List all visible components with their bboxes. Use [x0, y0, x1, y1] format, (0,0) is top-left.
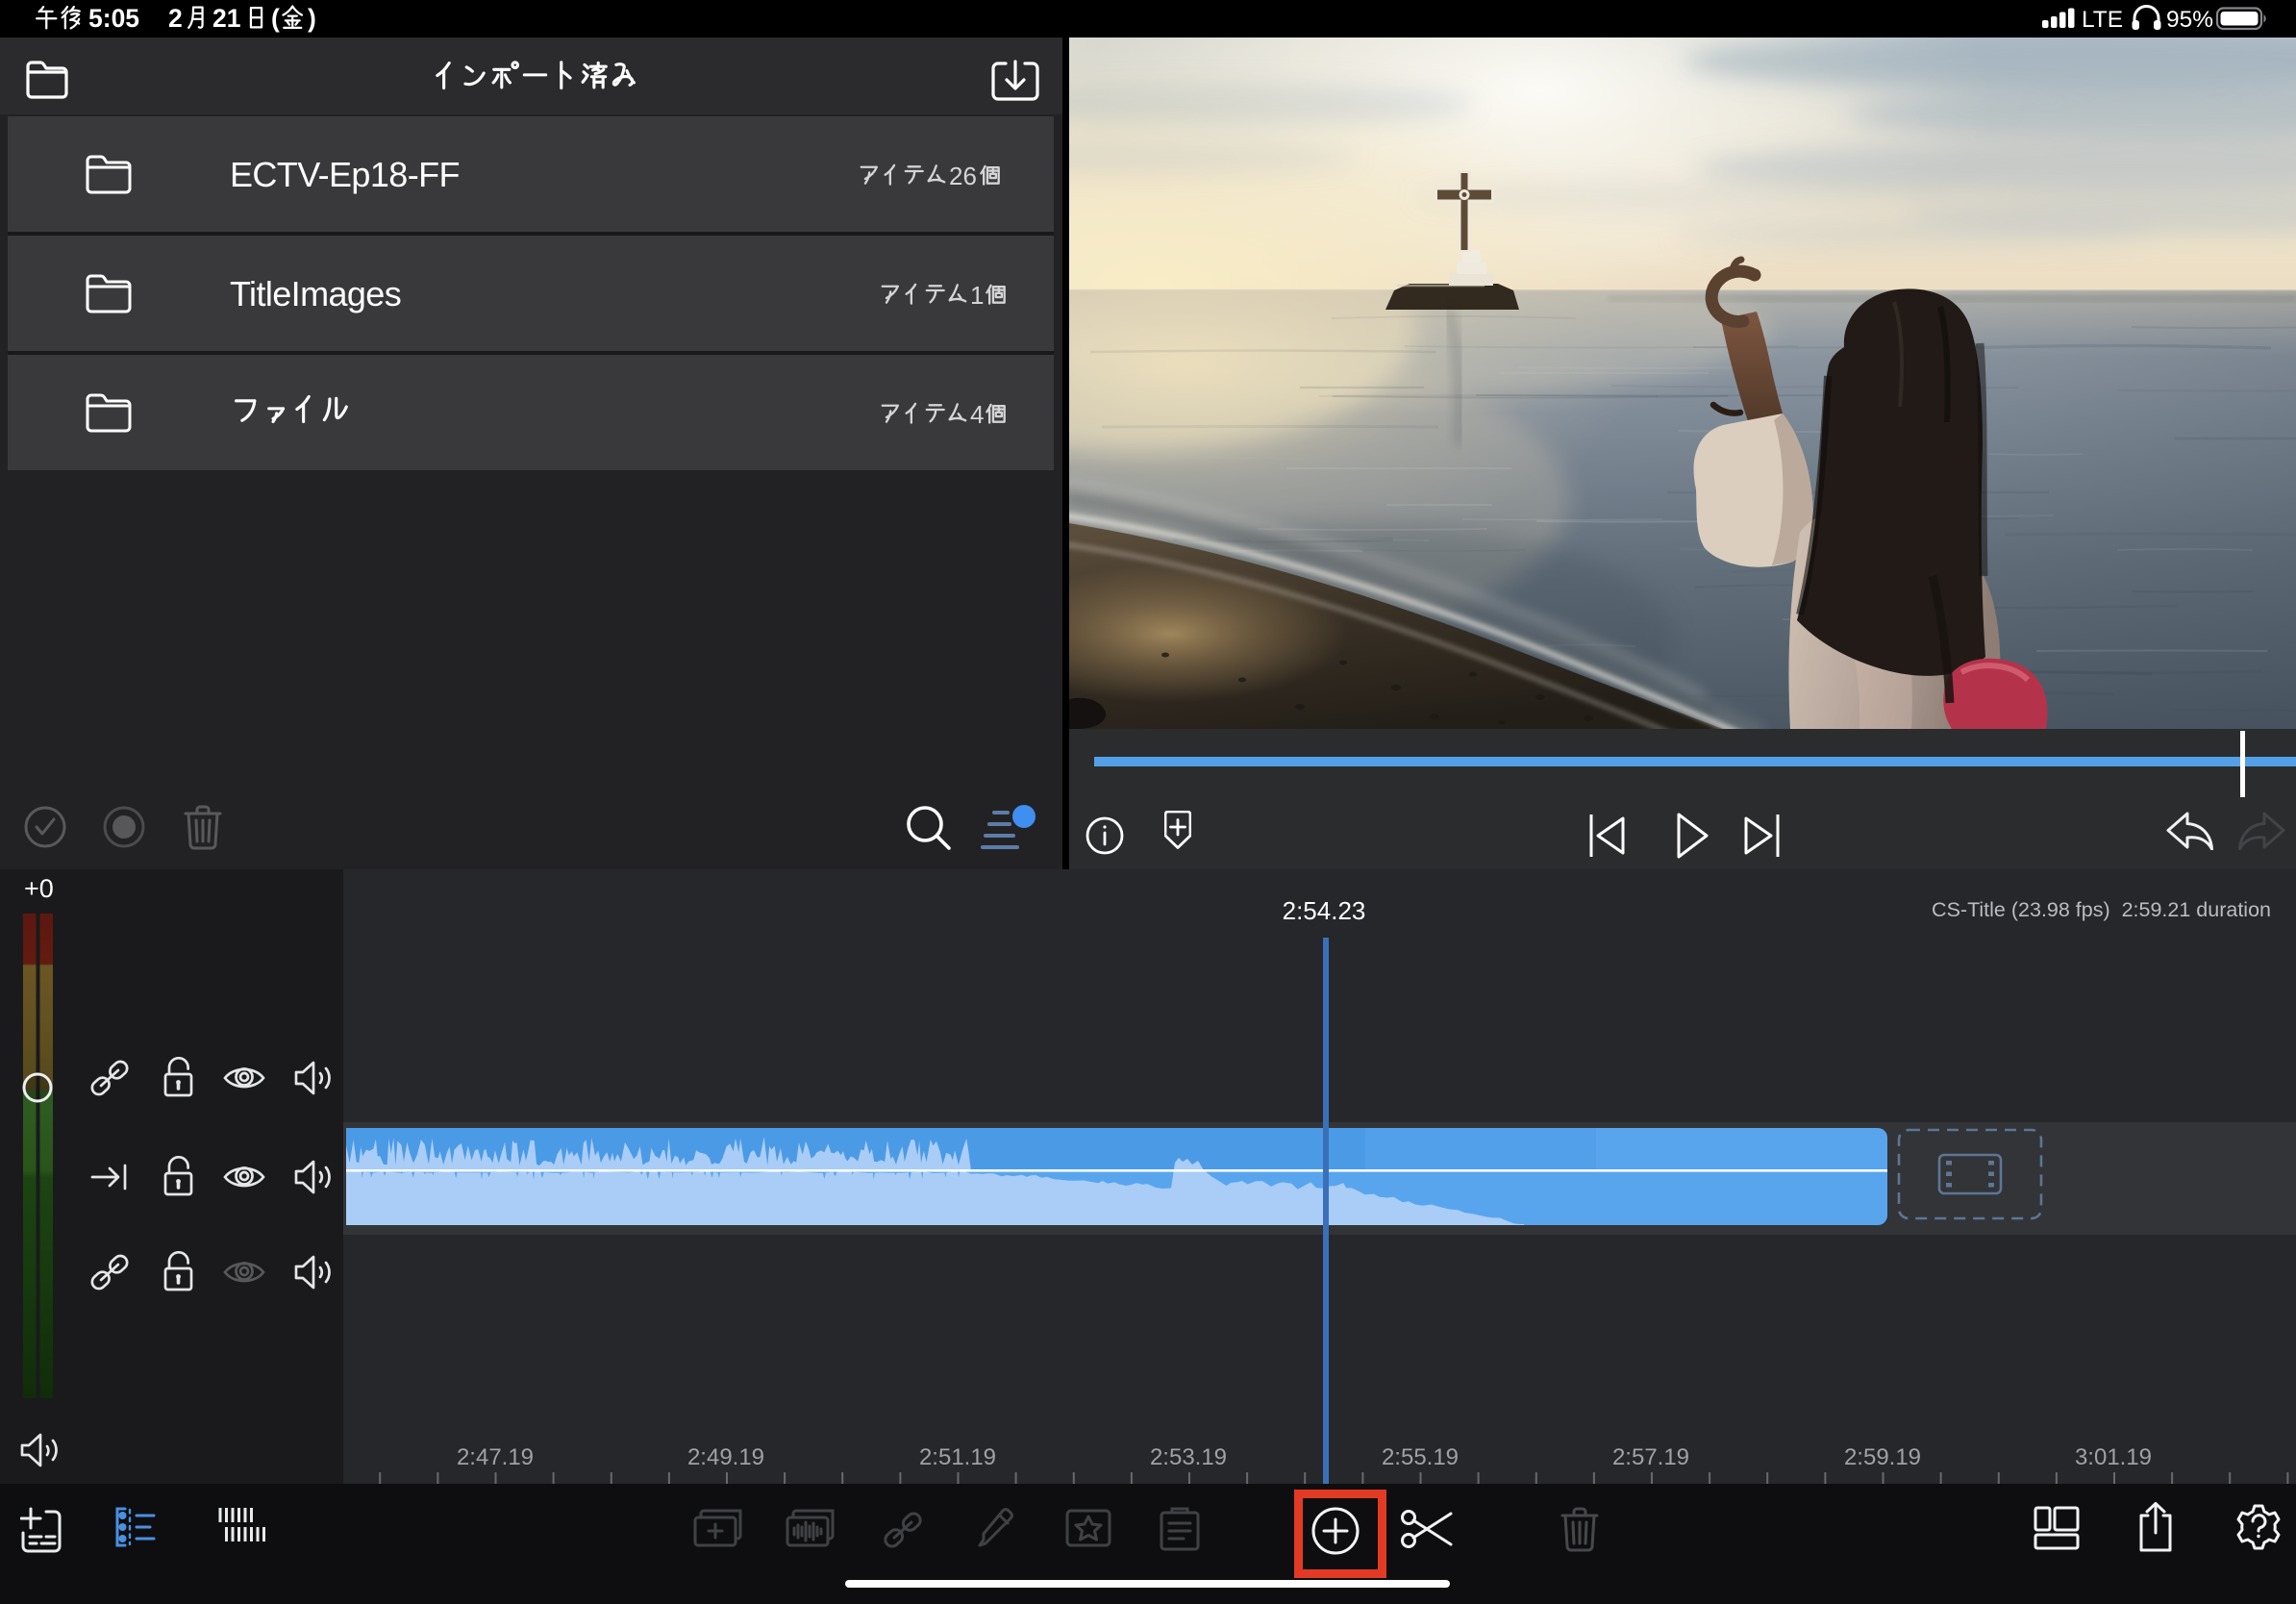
svg-text:(: (: [271, 4, 280, 33]
svg-text:95%: 95%: [2166, 7, 2213, 33]
svg-text:26: 26: [949, 163, 977, 190]
svg-text:5:05: 5:05: [88, 4, 139, 33]
svg-text:1: 1: [970, 283, 984, 310]
svg-text:4: 4: [970, 402, 984, 429]
svg-text:21: 21: [212, 4, 240, 33]
svg-text:): ): [308, 4, 316, 33]
svg-text:LTE: LTE: [2082, 7, 2123, 33]
svg-text:2: 2: [168, 4, 183, 33]
